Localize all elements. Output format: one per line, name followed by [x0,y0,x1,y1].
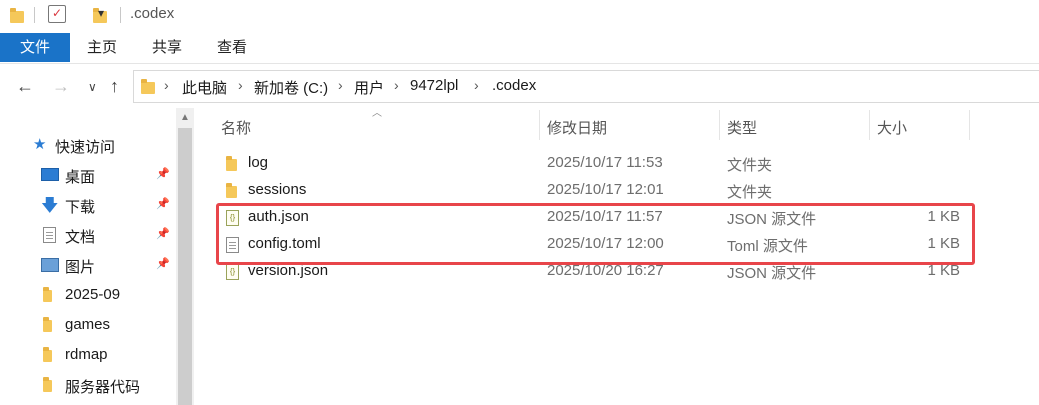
sidebar-item-label: rdmap [65,346,108,363]
column-divider[interactable] [539,110,540,140]
column-header-type[interactable]: 类型 [727,117,862,141]
picture-icon [41,258,59,272]
breadcrumb-drive-c[interactable]: 新加卷 (C:) [254,77,328,98]
file-row-log[interactable]: log 2025/10/17 11:53 文件夹 [218,150,978,176]
folder-icon [226,156,237,171]
sidebar-item-server-code[interactable]: 服务器代码 [0,370,176,400]
file-type: 文件夹 [727,184,773,201]
sidebar-item-desktop[interactable]: 桌面 📌 [0,160,176,190]
sidebar-item-label: 图片 [65,259,96,276]
toolbar-separator [34,7,35,23]
file-name: log [248,154,269,171]
sidebar-item-rdmap[interactable]: rdmap [0,340,176,370]
file-modified: 2025/10/17 11:53 [547,154,663,171]
scrollbar-thumb[interactable] [178,128,192,405]
tab-view[interactable]: 查看 [208,33,256,62]
file-name: sessions [248,181,307,198]
address-bar[interactable]: › 此电脑 › 新加卷 (C:) › 用户 › 9472lpl › .codex [133,70,1039,103]
recent-locations-chevron-icon[interactable]: ∨ [88,80,97,94]
breadcrumb-users[interactable]: 用户 [354,77,384,98]
tab-file[interactable]: 文件 [0,33,70,62]
folder-icon [43,377,52,392]
file-row-sessions[interactable]: sessions 2025/10/17 12:01 文件夹 [218,177,978,203]
sidebar-item-games[interactable]: games [0,310,176,340]
highlight-box [216,203,975,265]
properties-icon[interactable]: ✓ [48,5,66,23]
up-arrow-icon[interactable]: ↑ [110,76,119,97]
window-title: .codex [130,5,175,22]
sidebar-item-downloads[interactable]: 🡇 下载 📌 [0,190,176,220]
tab-home[interactable]: 主页 [78,33,126,62]
folder-icon [43,287,52,302]
back-arrow-icon[interactable]: ← [16,76,34,97]
folder-icon [43,317,52,332]
chevron-right-icon[interactable]: › [164,77,169,93]
folder-icon [43,347,52,362]
column-header-size[interactable]: 大小 [877,117,967,141]
pin-icon: 📌 [156,198,170,210]
folder-icon [226,183,237,198]
sidebar-item-label: 桌面 [65,169,96,186]
desktop-icon [41,168,59,181]
column-divider[interactable] [869,110,870,140]
column-header-name[interactable]: 名称 [221,117,531,141]
folder-icon [141,79,155,94]
navigation-pane: ★ 快速访问 桌面 📌 🡇 下载 📌 文档 📌 图片 📌 2025-09 gam… [0,108,178,405]
json-file-icon: {} [226,264,239,280]
chevron-right-icon[interactable]: › [338,77,343,93]
column-divider[interactable] [969,110,970,140]
sidebar-item-label: 文档 [65,229,96,246]
toolbar-separator [120,7,121,23]
title-bar: ✓ ▾ .codex [0,0,1039,30]
pin-icon: 📌 [156,168,170,180]
column-header-modified[interactable]: 修改日期 [547,117,712,141]
sidebar-item-quick-access[interactable]: ★ 快速访问 [0,130,176,160]
file-type: JSON 源文件 [727,265,817,282]
pin-icon: 📌 [156,258,170,270]
chevron-right-icon[interactable]: › [474,77,479,93]
file-modified: 2025/10/17 12:01 [547,181,664,198]
folder-icon [10,8,24,23]
customize-toolbar-dropdown[interactable]: ▾ [98,6,104,20]
pin-icon: 📌 [156,228,170,240]
breadcrumb-this-pc[interactable]: 此电脑 [182,77,227,98]
document-icon [43,227,56,243]
forward-arrow-icon[interactable]: → [52,76,70,97]
sidebar-item-label: 2025-09 [65,286,121,303]
chevron-right-icon[interactable]: › [394,77,399,93]
sidebar-item-2025-09[interactable]: 2025-09 [0,280,176,310]
sidebar-item-label: 快速访问 [55,139,116,156]
breadcrumb-user-folder[interactable]: 9472lpl [410,77,458,94]
star-icon: ★ [33,136,47,153]
file-type: 文件夹 [727,157,773,174]
ribbon-tabs: 文件 主页 共享 查看 [0,33,1039,64]
sidebar-item-pictures[interactable]: 图片 📌 [0,250,176,280]
sidebar-item-documents[interactable]: 文档 📌 [0,220,176,250]
scroll-up-icon[interactable]: ▲ [176,108,194,128]
download-icon: 🡇 [41,196,59,215]
sidebar-item-label: 下载 [65,199,96,216]
breadcrumb-codex[interactable]: .codex [492,77,536,94]
tab-share[interactable]: 共享 [143,33,191,62]
column-divider[interactable] [719,110,720,140]
sidebar-item-label: games [65,316,111,333]
chevron-right-icon[interactable]: › [238,77,243,93]
sidebar-item-label: 服务器代码 [65,379,141,396]
